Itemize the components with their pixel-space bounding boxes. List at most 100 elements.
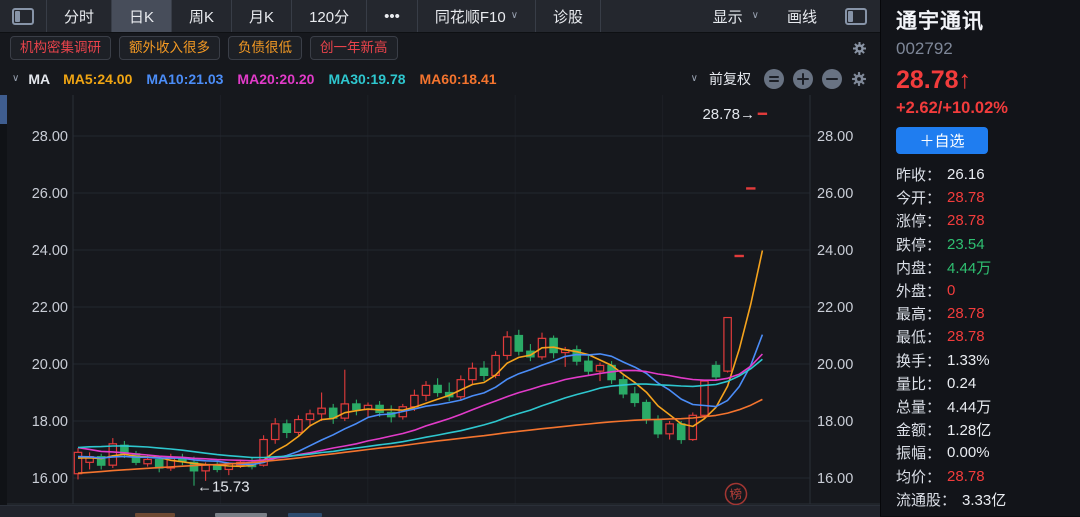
- tag-one-year-high[interactable]: 创一年新高: [310, 36, 398, 60]
- candle-up: [295, 420, 302, 433]
- kline-chart[interactable]: 16.0016.0018.0018.0020.0020.0022.0022.00…: [0, 95, 880, 505]
- adjustment-mode-button[interactable]: 前复权: [709, 69, 751, 89]
- tag-low-debt[interactable]: 负债很低: [228, 36, 302, 60]
- chevron-down-icon[interactable]: ∨: [12, 74, 19, 84]
- y-axis-label-left: 16.00: [32, 471, 68, 487]
- stat-value: 28.78: [947, 212, 985, 229]
- stat-row: 昨收：26.16: [896, 163, 1070, 186]
- y-axis-label-right: 24.00: [817, 243, 853, 259]
- y-axis-label-left: 28.00: [32, 129, 68, 145]
- stat-value: 28.78: [947, 189, 985, 206]
- y-axis-label-left: 24.00: [32, 243, 68, 259]
- y-axis-label-right: 20.00: [817, 357, 853, 373]
- tab-week-k[interactable]: 周K: [172, 0, 232, 32]
- limit-up-dash-candle: [735, 255, 744, 257]
- period-tabbar: 分时 日K 周K 月K 120分•••同花顺F10∨ 诊股 显示 ∨ 画线: [0, 0, 880, 33]
- stat-value: 23.54: [947, 236, 985, 253]
- panel-layout-icon[interactable]: [845, 8, 867, 25]
- price-value: 28.78: [896, 66, 959, 94]
- candle-up: [469, 368, 476, 379]
- tab-month-k-label: 月K: [249, 6, 274, 27]
- tab-day-k-label: 日K: [129, 6, 154, 27]
- up-arrow-icon: ↑: [959, 66, 972, 94]
- tab-more[interactable]: •••: [367, 0, 418, 32]
- y-axis-label-right: 22.00: [817, 300, 853, 316]
- panel-layout-icon: [12, 8, 34, 25]
- add-watchlist-button[interactable]: ＋自选: [896, 127, 988, 154]
- candle-down: [550, 338, 557, 352]
- tag-extra-income[interactable]: 额外收入很多: [119, 36, 220, 60]
- ma-group-label: MA: [28, 71, 50, 87]
- stat-label: 振幅：: [896, 442, 941, 463]
- rank-stamp-text: 榜: [729, 486, 743, 503]
- candle-up: [724, 318, 731, 372]
- volume-pane-clipped: [0, 505, 880, 517]
- ma-legend-item-0: MA5:24.00: [63, 71, 132, 87]
- stat-label: 涨停：: [896, 210, 941, 231]
- ma-legend-item-3: MA30:19.78: [328, 71, 405, 87]
- stock-code: 002792: [896, 39, 1070, 59]
- tab-zhengu-label: 诊股: [553, 6, 583, 27]
- stat-row: 金额： 1.28亿: [896, 418, 1070, 441]
- tab-month-k[interactable]: 月K: [232, 0, 292, 32]
- stat-label: 最高：: [896, 303, 941, 324]
- stat-label: 金额：: [896, 419, 941, 440]
- candle-down: [480, 368, 487, 375]
- tab-zhengu[interactable]: 诊股: [536, 0, 601, 32]
- ma-legend-item-1: MA10:21.03: [146, 71, 223, 87]
- stat-row: 换手：1.33%: [896, 349, 1070, 372]
- display-menu-button[interactable]: 显示: [713, 6, 743, 27]
- ma-legend-item-4: MA60:18.41: [420, 71, 497, 87]
- tab-fenshi-label: 分时: [64, 6, 94, 27]
- tag-institution-research[interactable]: 机构密集调研: [10, 36, 111, 60]
- stat-label: 总量：: [896, 396, 941, 417]
- collapse-panel-button[interactable]: [0, 0, 47, 32]
- candle-up: [504, 337, 511, 356]
- tab-120min[interactable]: 120分: [292, 0, 367, 32]
- candle-up: [318, 408, 325, 414]
- zoom-out-icon[interactable]: [822, 69, 842, 89]
- stat-label: 均价：: [896, 466, 941, 487]
- gear-icon[interactable]: [851, 71, 867, 87]
- tab-day-k[interactable]: 日K: [112, 0, 172, 32]
- y-axis-label-right: 28.00: [817, 129, 853, 145]
- stat-row: 流通股：3.33亿: [896, 488, 1070, 511]
- y-axis-label-left: 26.00: [32, 186, 68, 202]
- stat-row: 量比：0.24: [896, 372, 1070, 395]
- ma10-line: [78, 335, 762, 465]
- chevron-down-icon[interactable]: ∨: [752, 11, 759, 21]
- stock-name: 通宇通讯: [896, 5, 1070, 35]
- limit-up-dash-candle: [758, 113, 767, 115]
- gear-icon[interactable]: [852, 41, 867, 56]
- chevron-down-icon[interactable]: ∨: [691, 74, 698, 84]
- candle-down: [712, 365, 719, 376]
- left-edge-strip: [0, 95, 7, 505]
- candle-up: [596, 365, 603, 371]
- stat-row: 涨停： 28.78: [896, 209, 1070, 232]
- stat-label: 最低：: [896, 326, 941, 347]
- candle-down: [631, 394, 638, 403]
- stat-value: 4.44万: [947, 257, 991, 278]
- y-axis-label-right: 26.00: [817, 186, 853, 202]
- candle-up: [306, 414, 313, 420]
- stat-value: 1.28亿: [947, 419, 991, 440]
- indicator-list-icon[interactable]: [764, 69, 784, 89]
- y-axis-label-right: 18.00: [817, 414, 853, 430]
- kline-main-area: 分时 日K 周K 月K 120分•••同花顺F10∨ 诊股 显示 ∨ 画线 机构密集调研额…: [0, 0, 880, 516]
- candle-down: [643, 402, 650, 419]
- draw-line-button[interactable]: 画线: [787, 6, 817, 27]
- quote-panel: 通宇通讯 002792 28.78↑ +2.62/+10.02% ＋自选 昨收：…: [880, 0, 1080, 516]
- clipped-legend-smudge: [135, 513, 175, 517]
- chevron-down-icon: ∨: [511, 11, 518, 21]
- zoom-in-icon[interactable]: [793, 69, 813, 89]
- candle-up: [109, 444, 116, 465]
- y-axis-label-left: 18.00: [32, 414, 68, 430]
- kline-chart-area[interactable]: 16.0016.0018.0018.0020.0020.0022.0022.00…: [0, 95, 880, 505]
- stock-change: +2.62/+10.02%: [896, 99, 1070, 118]
- stat-value: 28.78: [947, 305, 985, 322]
- tabbar-right-controls: 显示 ∨ 画线: [700, 0, 880, 32]
- tab-fenshi[interactable]: 分时: [47, 0, 112, 32]
- tab-ths-f10[interactable]: 同花顺F10∨: [418, 0, 536, 32]
- stat-value: 0: [947, 282, 955, 299]
- y-axis-label-left: 22.00: [32, 300, 68, 316]
